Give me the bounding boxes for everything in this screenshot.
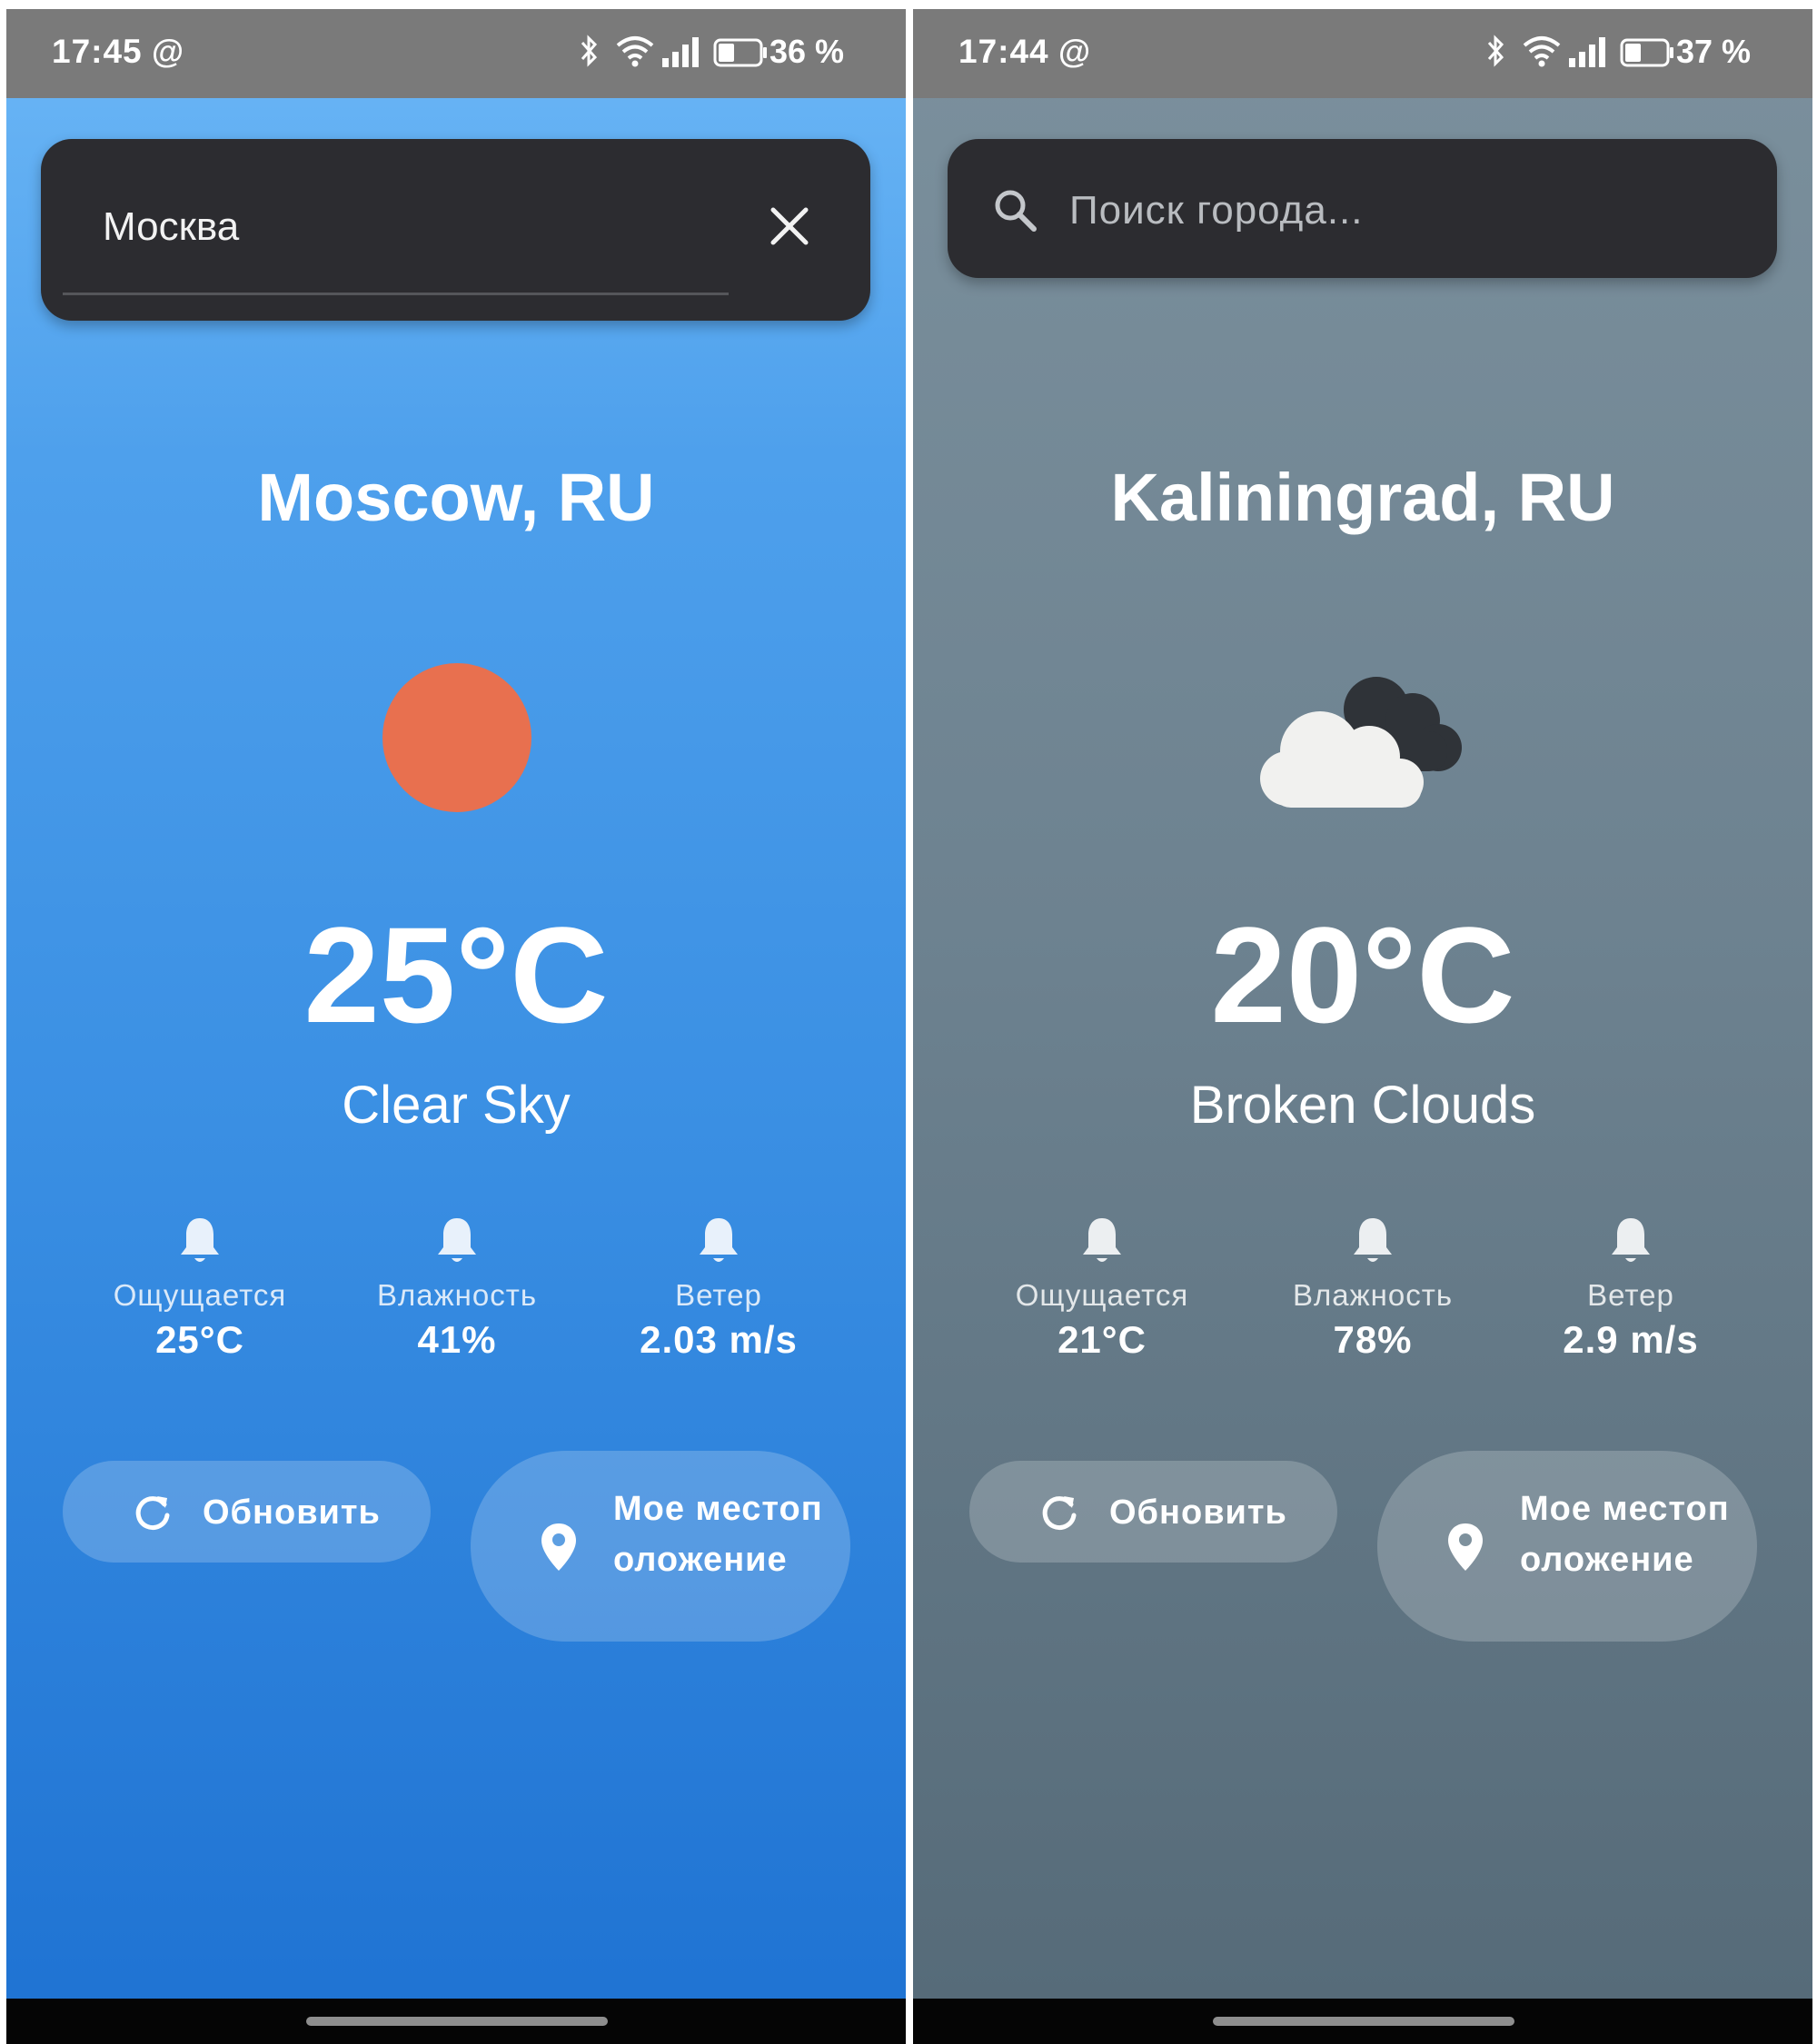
home-indicator[interactable] (1213, 2017, 1514, 2026)
city-search-input[interactable]: Москва (103, 204, 239, 250)
location-pin-icon (541, 1523, 576, 1571)
city-name: Moscow, RU (257, 460, 655, 535)
my-location-button-label: Мое местоположение (1520, 1490, 1730, 1579)
refresh-icon (135, 1496, 170, 1531)
temperature: 25°C (303, 898, 609, 1051)
refresh-button-label: Обновить (1109, 1493, 1287, 1532)
status-bar: 17:44 @ 37 % (913, 9, 1812, 98)
stat-label: Ветер (1587, 1278, 1674, 1312)
bluetooth-icon (1487, 35, 1504, 67)
navigation-bar (6, 1999, 906, 2044)
temperature: 20°C (1210, 898, 1515, 1051)
status-time: 17:45 (52, 33, 143, 70)
stat-value: 78% (1333, 1318, 1413, 1361)
navigation-bar (913, 1999, 1812, 2044)
stat-wind: Ветер 2.9 m/s (1513, 1215, 1749, 1362)
stat-label: Ощущается (113, 1278, 287, 1312)
refresh-button[interactable]: Обновить (969, 1461, 1337, 1563)
status-notification-at: @ (152, 33, 184, 70)
stat-label: Ветер (675, 1278, 762, 1312)
stat-feels-like: Ощущается 21°C (984, 1215, 1220, 1362)
phone-screen-kaliningrad: 17:44 @ 37 % Поиск города... Kaliningrad… (913, 9, 1812, 2044)
city-name: Kaliningrad, RU (1110, 460, 1615, 535)
stat-value: 2.03 m/s (640, 1318, 798, 1361)
weather-condition: Clear Sky (342, 1076, 571, 1135)
bell-icon (1612, 1218, 1650, 1262)
stat-value: 41% (417, 1318, 497, 1361)
my-location-button[interactable]: Мое местоположение (471, 1451, 850, 1642)
my-location-button-label: Мое местоположение (613, 1490, 823, 1579)
status-notification-at: @ (1058, 33, 1091, 70)
stat-humidity: Влажность 78% (1255, 1215, 1491, 1362)
stat-label: Влажность (376, 1278, 538, 1312)
phone-screen-moscow: 17:45 @ 36 % Москва Moscow, RU 25°C Clea… (6, 9, 906, 2044)
weather-condition: Broken Clouds (1189, 1076, 1536, 1135)
stat-humidity: Влажность 41% (339, 1215, 575, 1362)
bell-icon (438, 1218, 476, 1262)
refresh-button-label: Обновить (203, 1493, 381, 1532)
city-search-card: Москва (41, 139, 870, 321)
stat-wind: Ветер 2.03 m/s (601, 1215, 837, 1362)
location-pin-icon (1448, 1523, 1483, 1571)
status-icons: 37 % (1476, 29, 1803, 80)
signal-icon (1569, 37, 1605, 67)
bell-icon (700, 1218, 738, 1262)
stat-value: 25°C (155, 1318, 244, 1361)
battery-icon (1620, 38, 1673, 67)
search-input-underline (63, 293, 729, 295)
bell-icon (181, 1218, 219, 1262)
stat-feels-like: Ощущается 25°C (82, 1215, 318, 1362)
status-bar: 17:45 @ 36 % (6, 9, 906, 98)
sun-icon (382, 663, 531, 812)
stat-value: 21°C (1057, 1318, 1147, 1361)
battery-percentage: 37 % (1676, 33, 1752, 70)
battery-percentage: 36 % (769, 33, 845, 70)
home-indicator[interactable] (306, 2017, 608, 2026)
bluetooth-icon (581, 35, 598, 67)
stat-label: Влажность (1292, 1278, 1454, 1312)
city-search-placeholder[interactable]: Поиск города... (1069, 188, 1364, 233)
signal-icon (662, 37, 699, 67)
bell-icon (1083, 1218, 1121, 1262)
refresh-icon (1042, 1496, 1077, 1531)
battery-icon (713, 38, 767, 67)
bell-icon (1354, 1218, 1392, 1262)
wifi-icon (1523, 36, 1561, 67)
my-location-button[interactable]: Мое местоположение (1377, 1451, 1757, 1642)
wifi-icon (616, 36, 654, 67)
broken-clouds-icon (1260, 677, 1462, 808)
refresh-button[interactable]: Обновить (63, 1461, 431, 1563)
status-icons: 36 % (570, 29, 897, 80)
stat-label: Ощущается (1015, 1278, 1189, 1312)
city-search-card[interactable]: Поиск города... (948, 139, 1777, 278)
status-time: 17:44 (958, 33, 1049, 70)
search-icon (995, 190, 1037, 232)
stat-value: 2.9 m/s (1563, 1318, 1699, 1361)
close-icon[interactable] (768, 204, 811, 248)
